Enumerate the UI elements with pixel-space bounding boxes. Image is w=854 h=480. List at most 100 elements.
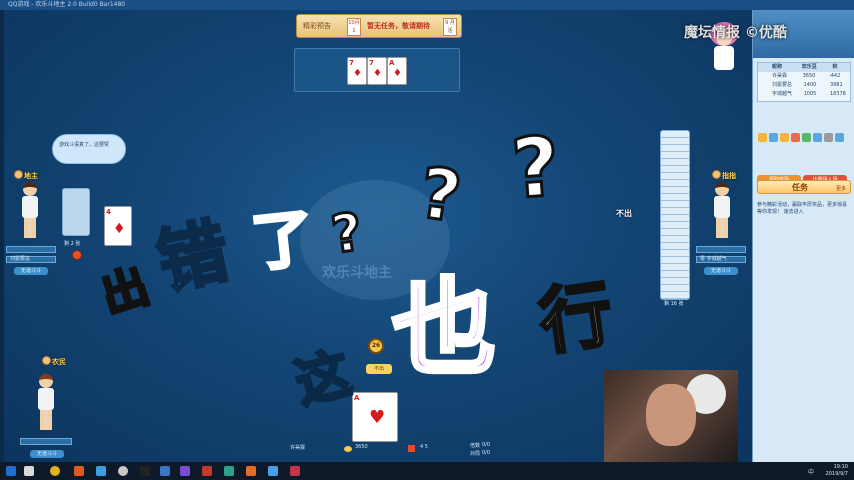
rank-score: -442 [828, 73, 841, 79]
help-icon[interactable] [835, 133, 844, 142]
avatar-legs [716, 218, 728, 238]
avatar-body [38, 388, 54, 410]
right-player-role: 指指 [722, 172, 736, 180]
app-icon[interactable] [140, 466, 150, 476]
right-player-pass-label: 不出 [616, 209, 632, 218]
sticker-question-3: ? [507, 118, 564, 219]
right-player-card-stack [660, 130, 690, 300]
rank-name: 刘冕要总 [772, 82, 793, 88]
table-row[interactable]: 许昊霖 3650 -442 [758, 72, 850, 81]
app-icon[interactable] [180, 466, 190, 476]
right-player-avatar[interactable] [710, 182, 734, 240]
rank-beans: 3650 [802, 73, 816, 79]
left-player-nameplate [6, 246, 56, 253]
webcam-face [646, 384, 696, 446]
event-banner[interactable]: 精彩预告 10月 1 暂无任务，敬请期待 9 月活 [296, 14, 462, 38]
card-rank: A [389, 59, 395, 67]
gift-icon[interactable] [758, 133, 767, 142]
left-player-name: 刘冕要总 [6, 256, 56, 263]
avatar-legs [24, 218, 36, 238]
avatar-body [714, 196, 730, 218]
app-icon[interactable] [202, 466, 212, 476]
my-score: 4 5 [420, 444, 428, 450]
bottom-player-nameplate [20, 438, 72, 445]
my-played-card[interactable]: A ♥ [352, 392, 398, 442]
rank-score: 3981 [829, 82, 843, 88]
os-taskbar: 中 19:10 2019/9/7 [0, 462, 854, 480]
my-coins: 3650 [355, 444, 368, 450]
rank-col-score: 积 [832, 64, 838, 70]
right-player-button[interactable]: 无道斗斗 [704, 267, 738, 275]
app-icon[interactable] [268, 466, 278, 476]
app-icon[interactable] [118, 466, 128, 476]
toolbar-icons [757, 128, 851, 148]
task-button[interactable]: 任务 更多 [757, 180, 851, 194]
farmer-icon [42, 356, 51, 365]
chat-bubble: 游戏斗语真了，这要赞 [52, 134, 126, 164]
card-suit: ♦ [113, 221, 126, 237]
app-icon[interactable] [290, 466, 300, 476]
screen-root: QQ游戏 - 欢乐斗地主 2.0 Build0 Bar1480 欢乐斗地主 精彩… [0, 0, 854, 480]
left-player-button[interactable]: 无道斗斗 [14, 267, 48, 275]
avatar-head [23, 182, 37, 196]
friend-icon[interactable] [802, 133, 811, 142]
right-player-name: 零 宇城越气 [696, 256, 746, 263]
sticker-xing: 行 [533, 270, 619, 366]
round-label: 对局 [470, 451, 481, 457]
bag-icon[interactable] [769, 133, 778, 142]
rank-col-name: 昵称 [772, 64, 783, 70]
right-player-nameplate [696, 246, 746, 253]
clock-time: 19:10 [833, 464, 848, 470]
banner-day-box: 10月 1 [347, 18, 361, 36]
rank-beans: 1005 [803, 91, 817, 97]
webcam-overlay [604, 370, 738, 462]
table-row[interactable]: 刘冕要总 1400 3981 [758, 81, 850, 90]
left-player-avatar[interactable] [18, 182, 42, 240]
mail-icon[interactable] [813, 133, 822, 142]
tray-ime[interactable]: 中 [808, 467, 814, 476]
banner-notice: 暂无任务，敬请期待 [367, 22, 430, 30]
bottom-player-button[interactable]: 无道斗斗 [30, 450, 64, 458]
played-card: 7 ♦ [367, 57, 387, 85]
landlord-icon [14, 170, 23, 179]
left-player-card-back [62, 188, 90, 236]
played-cards-panel: 7 ♦ 7 ♦ A ♦ [294, 48, 460, 92]
avatar-head [715, 182, 729, 196]
rank-name: 宇城越气 [772, 91, 793, 97]
app-icon[interactable] [246, 466, 256, 476]
left-player-played-card: 4 ♦ [104, 206, 132, 246]
settings-icon[interactable] [824, 133, 833, 142]
sticker-le: 了 [247, 199, 319, 281]
rank-table-header: 昵称 欢乐豆 积 [758, 63, 850, 72]
app-icon[interactable] [74, 466, 84, 476]
task-more-link[interactable]: 更多 [836, 185, 846, 192]
side-panel: 昵称 欢乐豆 积 许昊霖 3650 -442 刘冕要总 1400 3981 宇城… [752, 10, 854, 462]
app-icon[interactable] [160, 466, 170, 476]
card-suit: ♥ [369, 407, 386, 428]
search-icon[interactable] [24, 466, 34, 476]
star-icon[interactable] [780, 133, 789, 142]
sticker-ye: 也 [390, 267, 498, 389]
card-suit: ♦ [373, 68, 382, 79]
chrome-icon[interactable] [50, 466, 60, 476]
app-icon[interactable] [224, 466, 234, 476]
card-rank: 7 [349, 59, 354, 67]
rank-score: 18378 [829, 91, 846, 97]
app-icon[interactable] [96, 466, 106, 476]
card-rank: 7 [369, 59, 374, 67]
bottom-player-pass-tag: 不出 [366, 364, 392, 374]
table-row[interactable]: 宇城越气 1005 18378 [758, 90, 850, 99]
rank-table: 昵称 欢乐豆 积 许昊霖 3650 -442 刘冕要总 1400 3981 宇城… [757, 62, 851, 102]
banner-activity-box[interactable]: 9 月活 [443, 18, 457, 36]
card-rank: 4 [106, 208, 111, 216]
start-icon[interactable] [6, 466, 16, 476]
pointer-icon [712, 170, 721, 179]
bottom-player-avatar[interactable] [34, 374, 58, 432]
banner-preview-label: 精彩预告 [303, 22, 331, 30]
left-player-role: 地主 [24, 172, 38, 180]
shop-icon[interactable] [791, 133, 800, 142]
window-titlebar[interactable]: QQ游戏 - 欢乐斗地主 2.0 Build0 Bar1480 [0, 0, 854, 10]
multiplier-value: 0/0 [482, 442, 491, 448]
turn-timer: 26 [368, 338, 384, 354]
clock[interactable]: 19:10 2019/9/7 [826, 464, 848, 478]
